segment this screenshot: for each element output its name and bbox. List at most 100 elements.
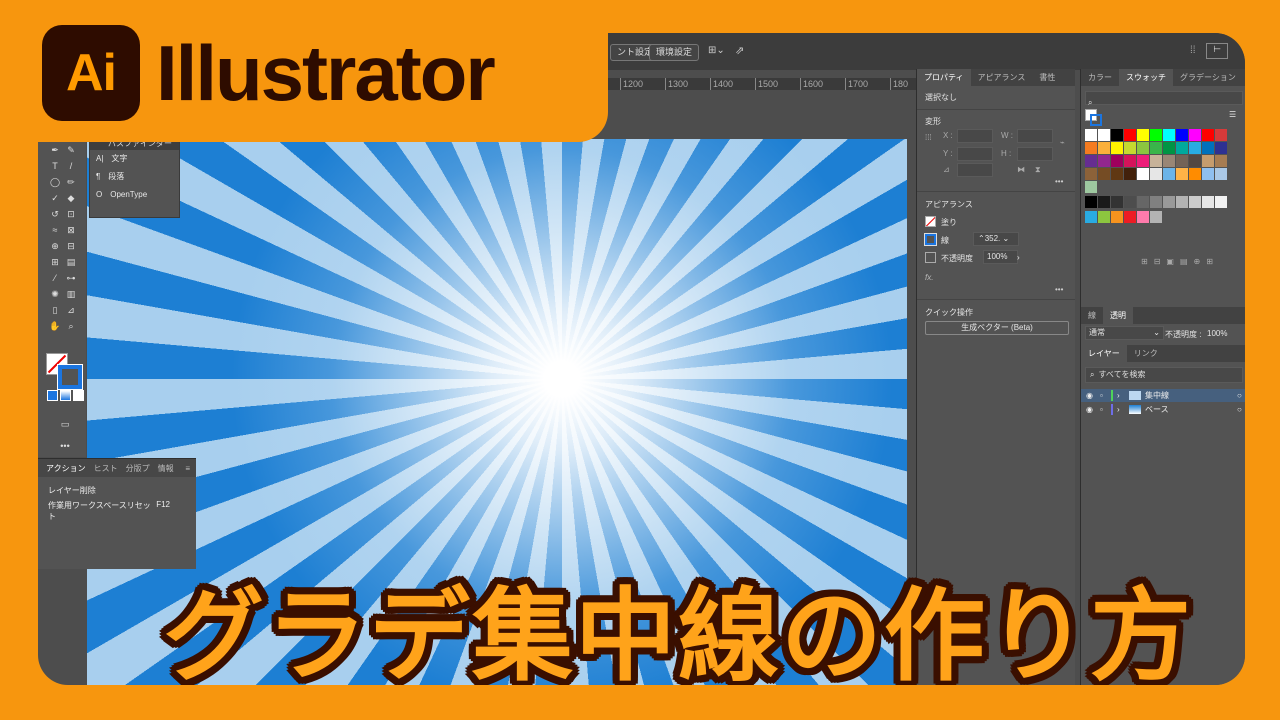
screen-mode-icon[interactable]: ▭ — [58, 419, 72, 429]
tab-actions[interactable]: アクション — [46, 463, 86, 474]
x-field[interactable] — [957, 129, 993, 143]
swatch[interactable] — [1098, 196, 1110, 208]
width-icon[interactable]: ≈ — [48, 225, 62, 235]
action-row[interactable]: レイヤー削除 — [38, 477, 196, 496]
swatch[interactable] — [1176, 142, 1188, 154]
swatch[interactable] — [1202, 168, 1214, 180]
eraser-icon[interactable]: ◆ — [64, 193, 78, 203]
stroke-swatch[interactable] — [57, 364, 83, 390]
y-field[interactable] — [957, 147, 993, 161]
swatch[interactable] — [1124, 155, 1136, 167]
arrange-icon[interactable]: ⊞⌄ — [708, 45, 725, 56]
pencil-icon[interactable]: ✎ — [64, 145, 78, 155]
expand-chevron-icon[interactable]: › — [1117, 403, 1120, 416]
tab-swatches[interactable]: スウォッチ — [1119, 69, 1173, 86]
swatch[interactable] — [1098, 211, 1110, 223]
tab-layers[interactable]: レイヤー — [1081, 345, 1127, 362]
swatch[interactable] — [1137, 142, 1149, 154]
swatch[interactable] — [1124, 142, 1136, 154]
swatch[interactable] — [1124, 196, 1136, 208]
layer-search-field[interactable]: ⌕ すべてを検索 — [1085, 367, 1243, 383]
swatch[interactable] — [1111, 142, 1123, 154]
artboard-icon[interactable]: ▯ — [48, 305, 62, 315]
swatch[interactable] — [1150, 155, 1162, 167]
color-mode-icon[interactable] — [47, 390, 58, 401]
swatch[interactable] — [1189, 142, 1201, 154]
gradient-mode-icon[interactable] — [60, 390, 71, 401]
swatch[interactable] — [1111, 168, 1123, 180]
swatch[interactable] — [1150, 211, 1162, 223]
tab-properties[interactable]: プロパティ — [917, 69, 971, 86]
zoom-icon[interactable]: ⌕ — [64, 321, 78, 331]
gradient-icon[interactable]: ▤ — [64, 257, 78, 267]
ellipse-icon[interactable]: ◯ — [48, 177, 62, 187]
swatch[interactable] — [1215, 196, 1227, 208]
swatch[interactable] — [1163, 142, 1175, 154]
swatch[interactable] — [1189, 168, 1201, 180]
more-options-icon[interactable]: ••• — [1055, 177, 1063, 186]
swatch[interactable] — [1124, 168, 1136, 180]
swatch[interactable] — [1137, 168, 1149, 180]
swatch[interactable] — [1163, 168, 1175, 180]
swatch[interactable] — [1111, 129, 1123, 141]
swatch[interactable] — [1098, 129, 1110, 141]
swatch[interactable] — [1202, 155, 1214, 167]
swatch[interactable] — [1163, 129, 1175, 141]
swatch[interactable] — [1215, 168, 1227, 180]
swatch[interactable] — [1176, 129, 1188, 141]
flyout-item-opentype[interactable]: O OpenType — [90, 186, 179, 204]
swatch[interactable] — [1215, 155, 1227, 167]
swatch[interactable] — [1137, 155, 1149, 167]
free-transform-icon[interactable]: ⊠ — [64, 225, 78, 235]
target-icon[interactable]: ○ — [1237, 403, 1242, 416]
more-options-icon[interactable]: ••• — [1055, 285, 1063, 294]
swatch[interactable] — [1085, 129, 1097, 141]
swatch[interactable] — [1150, 168, 1162, 180]
stroke-color-icon[interactable] — [924, 233, 937, 246]
share-icon[interactable]: ⇗ — [735, 44, 744, 57]
swatch[interactable] — [1189, 129, 1201, 141]
flip-horizontal-icon[interactable]: ⧓ — [1017, 165, 1025, 174]
fill-none-icon[interactable] — [925, 216, 936, 227]
symbol-icon[interactable]: ✺ — [48, 289, 62, 299]
workspace-icon[interactable]: ⁞⁞ — [1190, 45, 1196, 56]
transparency-opacity-value[interactable]: 100% — [1207, 329, 1227, 338]
w-field[interactable] — [1017, 129, 1053, 143]
swatch[interactable] — [1215, 142, 1227, 154]
line-icon[interactable]: / — [64, 161, 78, 171]
slice-icon[interactable]: ⊿ — [64, 305, 78, 315]
swatch[interactable] — [1176, 155, 1188, 167]
tab-color[interactable]: カラー — [1081, 69, 1119, 86]
brush-icon[interactable]: ✏ — [64, 177, 78, 187]
rotate-icon[interactable]: ↺ — [48, 209, 62, 219]
swatch[interactable] — [1163, 155, 1175, 167]
tab-appearance[interactable]: アピアランス — [971, 69, 1033, 86]
swatch-actions-icons[interactable]: ⊞⊟▣▤⊕⊞ — [1141, 257, 1219, 266]
swatch[interactable] — [1085, 211, 1097, 223]
swatch[interactable] — [1176, 196, 1188, 208]
list-view-icon[interactable]: ☰ — [1229, 110, 1236, 119]
tab-attributes[interactable]: 書性 — [1032, 69, 1062, 86]
blend-icon[interactable]: ⊶ — [64, 273, 78, 283]
shape-builder-icon[interactable]: ⊕ — [48, 241, 62, 251]
swatch[interactable] — [1163, 196, 1175, 208]
eye-icon[interactable]: ◉ — [1086, 403, 1093, 416]
tab-links[interactable]: リンク — [1127, 345, 1165, 362]
swatch-search-field[interactable]: ⌕ — [1085, 91, 1243, 107]
target-icon[interactable]: ○ — [1237, 389, 1242, 402]
graph-icon[interactable]: ▥ — [64, 289, 78, 299]
panel-menu-icon[interactable]: ≡ — [185, 464, 190, 473]
action-row[interactable]: 作業用ワークスペースリセット F12 — [38, 496, 196, 522]
expand-chevron-icon[interactable]: › — [1117, 389, 1120, 402]
mesh-icon[interactable]: ⊞ — [48, 257, 62, 267]
constrain-link-icon[interactable]: ⌁ — [1060, 138, 1065, 147]
swatch[interactable] — [1202, 142, 1214, 154]
stroke-indicator[interactable] — [1090, 114, 1102, 126]
swatch[interactable] — [1150, 129, 1162, 141]
lock-icon[interactable]: ▫ — [1100, 389, 1103, 402]
swatch[interactable] — [1124, 211, 1136, 223]
swatch[interactable] — [1189, 196, 1201, 208]
pen-icon[interactable]: ✒ — [48, 145, 62, 155]
swatch[interactable] — [1085, 155, 1097, 167]
swatch[interactable] — [1111, 196, 1123, 208]
